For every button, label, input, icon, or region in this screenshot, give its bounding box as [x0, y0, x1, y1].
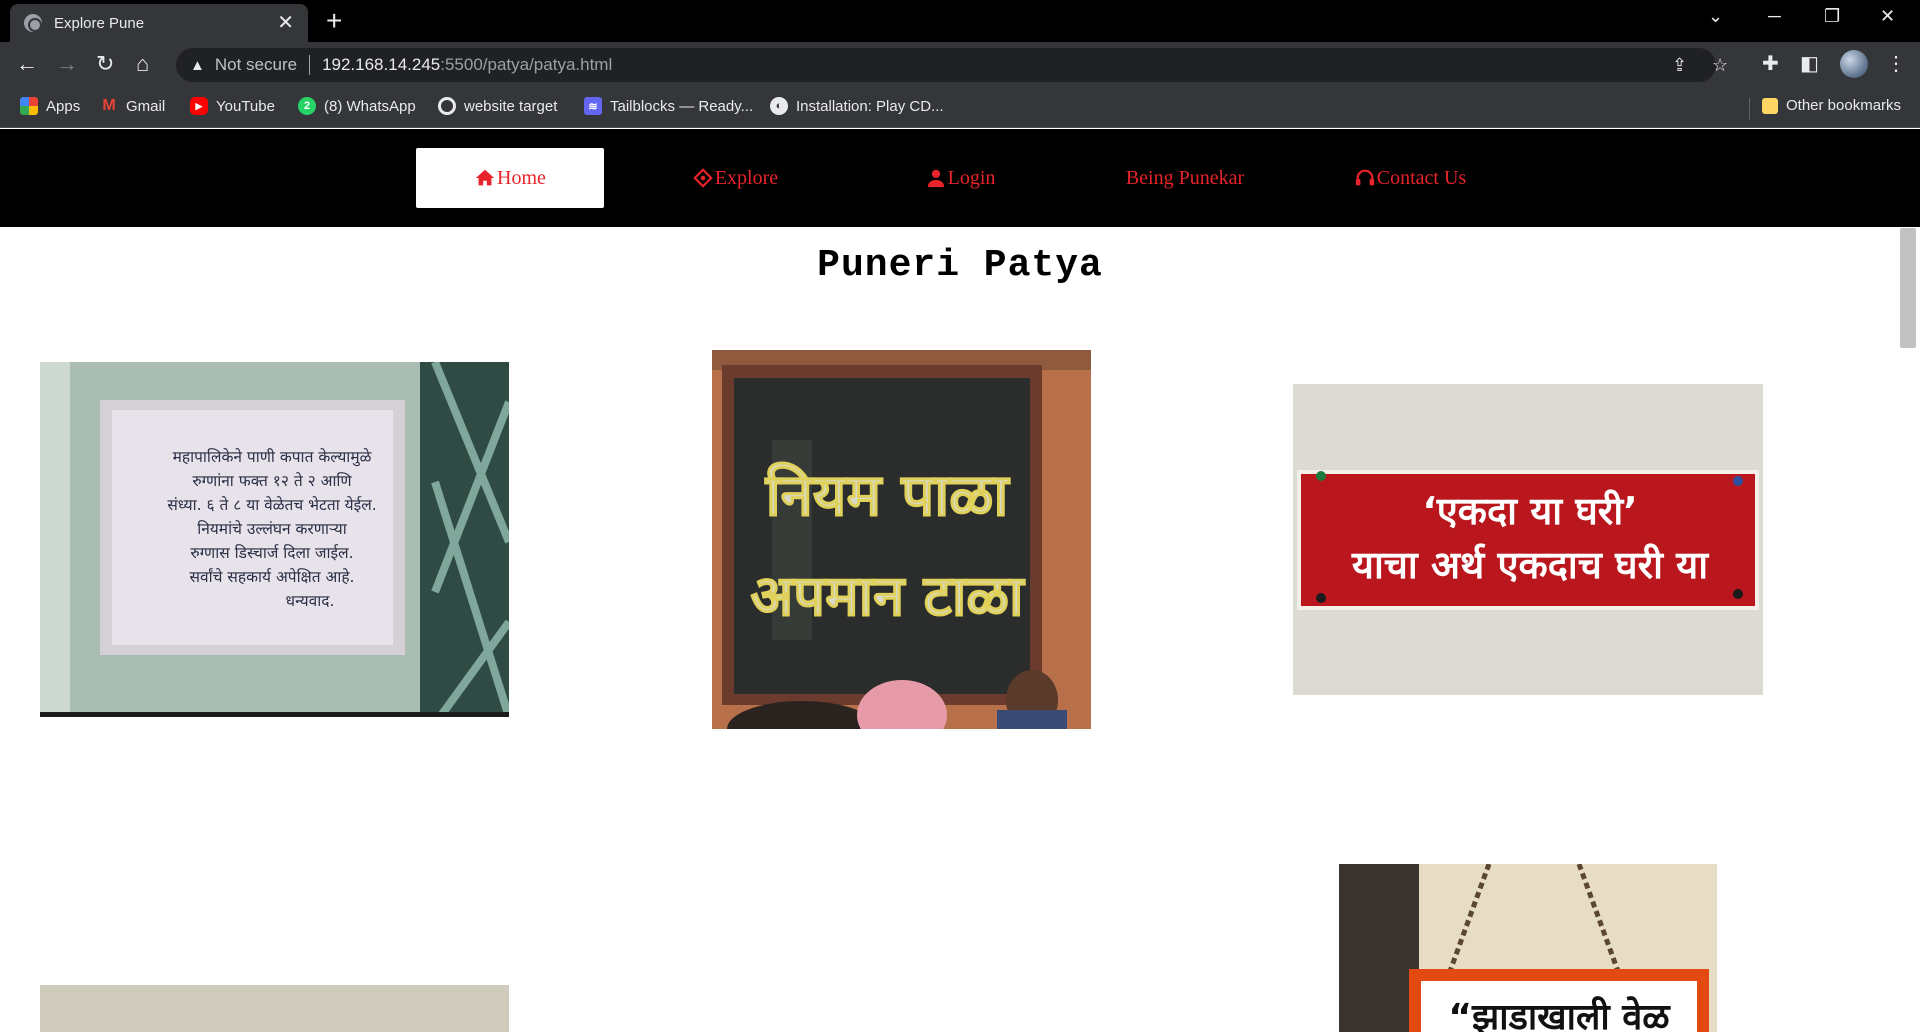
sign1-line-4: नियमांचे उल्लंघन करणाऱ्या: [197, 520, 348, 538]
nav-login[interactable]: Login: [866, 148, 1054, 208]
bookmark-youtube[interactable]: ▶ YouTube: [190, 97, 275, 115]
new-tab-icon[interactable]: +: [326, 7, 342, 35]
close-tab-icon[interactable]: ✕: [277, 13, 294, 33]
page-title: Puneri Patya: [817, 244, 1103, 287]
sign5-line-1: “झाडाखाली वेळ: [1448, 996, 1671, 1032]
security-label[interactable]: Not secure: [215, 55, 297, 75]
side-panel-icon[interactable]: ◧: [1800, 51, 1819, 76]
restore-icon[interactable]: ❐: [1824, 6, 1840, 27]
bookmark-installation[interactable]: ◐ Installation: Play CD...: [770, 97, 944, 115]
bookmark-gmail[interactable]: M Gmail: [100, 97, 165, 115]
target-icon: [438, 97, 456, 115]
sign1-line-6: सर्वांचे सहकार्य अपेक्षित आहे.: [190, 568, 355, 586]
sign1-line-3: संध्या. ६ ते ८ या वेळेतच भेटता येईल.: [167, 496, 376, 514]
bookmark-label: (8) WhatsApp: [324, 97, 416, 115]
sign3-line-2: याचा अर्थ एकदाच घरी या: [1351, 543, 1709, 587]
bookmark-label: Tailblocks — Ready...: [610, 97, 754, 115]
bookmarks-divider: [1749, 98, 1750, 120]
bookmark-label: Other bookmarks: [1786, 97, 1902, 114]
reload-icon[interactable]: ↻: [96, 51, 114, 77]
extensions-icon[interactable]: ✚: [1762, 51, 1779, 76]
bookmark-apps[interactable]: Apps: [20, 97, 80, 115]
sign1-line-2: रुग्णांना फक्त १२ ते २ आणि: [192, 472, 352, 490]
tailblocks-icon: ≋: [584, 97, 602, 115]
scrollbar-thumb[interactable]: [1900, 228, 1916, 348]
globe-icon: [24, 14, 42, 32]
bookmark-label: Installation: Play CD...: [796, 97, 944, 115]
sign-photo-5: “झाडाखाली वेळ: [1339, 864, 1717, 1032]
home-icon: [475, 169, 495, 186]
bookmark-website-target[interactable]: website target: [438, 97, 557, 115]
nav-being-punekar-label: Being Punekar: [1125, 166, 1245, 189]
sign3-line-1: ‘एकदा या घरी’: [1422, 489, 1637, 533]
nav-home[interactable]: Home: [416, 148, 604, 208]
sign-photo-3: ‘एकदा या घरी’ याचा अर्थ एकदाच घरी या: [1293, 384, 1763, 695]
bookmark-star-icon[interactable]: ☆: [1712, 55, 1728, 76]
gmail-icon: M: [102, 97, 116, 114]
nav-explore-label: Explore: [714, 166, 779, 189]
sign1-line-7: धन्यवाद.: [286, 592, 335, 610]
sign-photo-2-image: नियम पाळा अपमान टाळा: [712, 350, 1091, 729]
nav-contact-us[interactable]: Contact Us: [1316, 148, 1504, 208]
minimize-icon[interactable]: ─: [1768, 6, 1781, 27]
site-navbar: Home Explore Login Being Punekar Contact…: [0, 129, 1920, 227]
nav-home-label: Home: [497, 166, 546, 189]
profile-avatar[interactable]: [1840, 50, 1868, 78]
bookmark-label: Apps: [46, 97, 81, 115]
omnibox-divider: [309, 55, 311, 75]
globe-icon: ◐: [770, 97, 788, 115]
tab-title: Explore Pune: [54, 14, 145, 32]
sign-photo-4: [40, 985, 509, 1032]
sign-photo-1-image: महापालिकेने पाणी कपात केल्यामुळे रुग्णां…: [40, 362, 509, 717]
sign-photo-5-image: “झाडाखाली वेळ: [1339, 864, 1717, 1032]
forward-icon[interactable]: →: [56, 51, 78, 77]
apps-grid-icon: [20, 97, 38, 115]
back-icon[interactable]: ←: [16, 51, 38, 77]
bookmark-whatsapp[interactable]: 2 (8) WhatsApp: [298, 97, 416, 115]
sign-photo-2: नियम पाळा अपमान टाळा: [712, 350, 1091, 729]
browser-tab[interactable]: Explore Pune ✕: [10, 4, 308, 42]
sign-photo-1: महापालिकेने पाणी कपात केल्यामुळे रुग्णां…: [40, 362, 509, 717]
youtube-icon: ▶: [190, 97, 208, 115]
url-host: 192.168.14.245: [322, 55, 441, 74]
user-icon: [927, 169, 944, 188]
bookmark-tailblocks[interactable]: ≋ Tailblocks — Ready...: [584, 97, 753, 115]
headset-icon: [1355, 169, 1374, 186]
bookmark-label: YouTube: [216, 97, 275, 115]
tab-search-icon[interactable]: ⌄: [1708, 6, 1723, 27]
url-path: :5500/patya/patya.html: [440, 55, 613, 74]
browser-toolbar: ← → ↻ ⌂ ▲ Not secure 192.168.14.245 :550…: [0, 42, 1920, 88]
menu-icon[interactable]: ⋮: [1886, 51, 1906, 76]
bookmark-label: Gmail: [126, 97, 166, 115]
sign-photo-4-image: [40, 985, 509, 1032]
compass-icon: [693, 168, 713, 188]
address-bar[interactable]: ▲ Not secure 192.168.14.245 :5500/patya/…: [176, 48, 1728, 82]
sign1-line-1: महापालिकेने पाणी कपात केल्यामुळे: [173, 448, 372, 467]
share-icon[interactable]: ⇪: [1672, 55, 1687, 76]
nav-login-label: Login: [947, 166, 996, 189]
bookmark-other[interactable]: Other bookmarks: [1762, 97, 1901, 114]
sign2-line-1: नियम पाळा: [765, 461, 1011, 529]
sign2-line-2: अपमान टाळा: [751, 564, 1026, 629]
nav-explore[interactable]: Explore: [641, 148, 829, 208]
close-window-icon[interactable]: ✕: [1880, 6, 1895, 27]
nav-contact-label: Contact Us: [1376, 166, 1467, 189]
bookmarks-bar: Apps M Gmail ▶ YouTube 2 (8) WhatsApp we…: [0, 88, 1920, 128]
nav-being-punekar[interactable]: Being Punekar: [1091, 148, 1279, 208]
sign-photo-3-image: ‘एकदा या घरी’ याचा अर्थ एकदाच घरी या: [1293, 384, 1763, 695]
home-browser-icon[interactable]: ⌂: [136, 51, 149, 77]
folder-icon: [1762, 97, 1778, 114]
bookmark-label: website target: [464, 97, 558, 115]
warning-icon[interactable]: ▲: [190, 57, 205, 74]
whatsapp-icon: 2: [298, 97, 316, 115]
sign1-line-5: रुग्णास डिस्चार्ज दिला जाईल.: [190, 544, 353, 562]
browser-tab-strip: Explore Pune ✕ + ⌄ ─ ❐ ✕: [0, 0, 1920, 42]
